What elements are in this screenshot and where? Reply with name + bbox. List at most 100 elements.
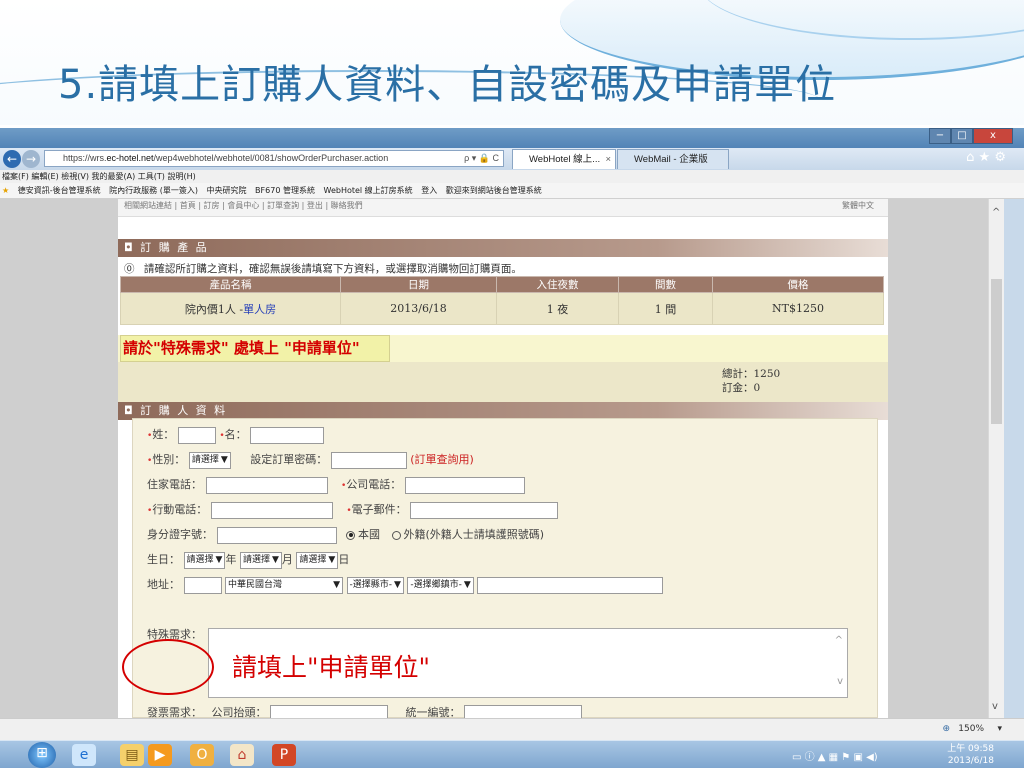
- tab-webhotel[interactable]: WebHotel 線上... ×: [512, 149, 616, 169]
- internet-explorer-icon[interactable]: e: [72, 744, 96, 766]
- address-label: 地址：: [147, 578, 180, 591]
- invoice-title-label: 公司抬頭：: [211, 706, 267, 718]
- deposit-amount: 訂金：0: [722, 382, 761, 394]
- powerpoint-icon[interactable]: P: [272, 744, 296, 766]
- town-select[interactable]: -選擇鄉鎮市- ▼: [407, 576, 474, 594]
- chevron-down-icon: ▼: [394, 579, 401, 590]
- county-select[interactable]: -選擇縣市- ▼: [346, 576, 404, 594]
- menu-edit[interactable]: 編輯(E): [31, 172, 58, 181]
- start-button-icon[interactable]: ⊞: [28, 742, 56, 768]
- favorite-link[interactable]: WebHotel 線上訂房系統: [324, 186, 413, 195]
- url-path: /wep4webhotel/webhotel/0081/showOrderPur…: [153, 153, 389, 163]
- maximize-button[interactable]: □: [951, 128, 973, 144]
- favorite-link[interactable]: BF670 管理系統: [255, 186, 315, 195]
- id-input[interactable]: [216, 526, 337, 544]
- notice-row: ⓪ 請確認所訂購之資料，確認無誤後請填寫下方資料，或選擇取消購物回訂購頁面。: [118, 261, 888, 277]
- table-row: 院內價1人 -單人房 2013/6/18 1 夜 1 間 NT$1250: [120, 292, 884, 325]
- page-scrollbar[interactable]: ^ v: [988, 199, 1004, 718]
- day-label: 日: [338, 553, 350, 566]
- favorite-link[interactable]: 中央研究院: [207, 186, 247, 195]
- address-bar-controls[interactable]: ρ ▾ 🔒 C: [464, 151, 499, 166]
- menu-favorites[interactable]: 我的最愛(A): [92, 172, 136, 181]
- zip-input[interactable]: [183, 576, 222, 594]
- site-nav-links[interactable]: 相關網站連結 | 首頁 | 訂房 | 會員中心 | 訂單查詢 | 登出 | 聯絡…: [124, 201, 363, 210]
- invoice-label: 發票需求：: [147, 706, 202, 718]
- invoice-number-input[interactable]: [464, 704, 582, 718]
- page-viewport: 相關網站連結 | 首頁 | 訂房 | 會員中心 | 訂單查詢 | 登出 | 聯絡…: [0, 199, 988, 718]
- office-phone-label: 公司電話：: [346, 478, 402, 491]
- tab-close-icon[interactable]: ×: [605, 150, 611, 169]
- language-link[interactable]: 繁體中文: [842, 199, 874, 213]
- birth-month-select[interactable]: 請選擇 ▼: [239, 551, 282, 569]
- home-icon[interactable]: ⌂: [230, 744, 254, 766]
- last-name-input[interactable]: [177, 426, 216, 444]
- favorite-link[interactable]: 登入: [421, 186, 437, 195]
- textarea-scroll-up-icon[interactable]: ^: [835, 635, 843, 646]
- tab-webmail[interactable]: WebMail - 企業版: [617, 149, 729, 169]
- cell-price: NT$1250: [712, 292, 884, 325]
- citizen-foreign-radio[interactable]: [391, 530, 401, 540]
- notice-text: 請確認所訂購之資料，確認無誤後請填寫下方資料，或選擇取消購物回訂購頁面。: [143, 263, 522, 275]
- toolbar-icons[interactable]: ⌂ ★ ⚙: [966, 150, 1006, 165]
- col-nights: 入住夜數: [496, 276, 619, 293]
- favorites-star-icon[interactable]: ★: [2, 186, 9, 195]
- scroll-up-icon[interactable]: ^: [992, 207, 1000, 218]
- address-row: 地址： 中華民國台灣 ▼ -選擇縣市- ▼ -選擇鄉鎮市- ▼: [147, 575, 664, 595]
- favorite-link[interactable]: 德安資訊-後台管理系統: [18, 186, 101, 195]
- zoom-icon[interactable]: ⊕: [942, 724, 950, 734]
- birth-day-value: 請選擇: [299, 554, 327, 565]
- birth-year-select[interactable]: 請選擇 ▼: [183, 551, 226, 569]
- outlook-icon[interactable]: O: [190, 744, 214, 766]
- invoice-title-input[interactable]: [270, 704, 388, 718]
- menu-tools[interactable]: 工具(T): [138, 172, 165, 181]
- scrollbar-thumb[interactable]: [991, 279, 1002, 424]
- mobile-row: •行動電話： •電子郵件：: [147, 500, 559, 520]
- system-tray-icons[interactable]: ▭ ⓘ ▲ ▦ ⚑ ▣ ◀): [792, 748, 878, 763]
- media-player-icon[interactable]: ▶: [148, 744, 172, 766]
- textarea-scroll-down-icon[interactable]: v: [837, 676, 843, 687]
- special-request-callout: 請於"特殊需求" 處填上 "申請單位": [120, 335, 390, 362]
- email-input[interactable]: [410, 501, 559, 519]
- office-phone-input[interactable]: [404, 476, 525, 494]
- forward-icon[interactable]: →: [22, 150, 40, 168]
- slide-header: 5.請填上訂購人資料、自設密碼及申請單位: [0, 0, 1024, 125]
- country-value: 中華民國台灣: [228, 579, 283, 590]
- birth-day-select[interactable]: 請選擇 ▼: [296, 551, 339, 569]
- menu-help[interactable]: 說明(H): [167, 172, 195, 181]
- birthday-row: 生日： 請選擇 ▼ 年 請選擇 ▼ 月 請選擇 ▼ 日: [147, 550, 349, 570]
- room-link[interactable]: 單人房: [243, 303, 276, 316]
- chevron-down-icon: ▼: [463, 579, 471, 590]
- file-explorer-icon[interactable]: ▤: [120, 744, 144, 766]
- month-label: 月: [281, 553, 293, 566]
- first-name-label: 名：: [224, 428, 247, 441]
- address-bar[interactable]: https://wrs.ec-hotel.net/wep4webhotel/we…: [44, 150, 504, 167]
- special-request-highlight: [122, 639, 214, 695]
- chevron-down-icon: ▼: [215, 554, 223, 565]
- favorite-link[interactable]: 院內行政服務 (單一簽入): [109, 186, 198, 195]
- gender-select[interactable]: 請選擇 ▼: [188, 451, 231, 469]
- close-button[interactable]: x: [973, 128, 1013, 144]
- street-input[interactable]: [477, 576, 664, 594]
- favorite-link[interactable]: 歡迎來到網站後台管理系統: [446, 186, 542, 195]
- back-icon[interactable]: ←: [3, 150, 21, 168]
- cell-product: 院內價1人 -單人房: [120, 292, 341, 325]
- first-name-input[interactable]: [250, 426, 325, 444]
- email-label: 電子郵件：: [351, 503, 407, 516]
- mobile-input[interactable]: [210, 501, 333, 519]
- browser-titlebar: − □ x: [0, 128, 1024, 150]
- password-input[interactable]: [330, 451, 407, 469]
- id-row: 身分證字號： 本國 外籍(外籍人士請填護照號碼): [147, 525, 544, 545]
- zoom-dropdown-icon[interactable]: ▾: [997, 724, 1002, 734]
- citizen-local-radio[interactable]: [346, 530, 355, 540]
- menu-view[interactable]: 檢視(V): [61, 172, 89, 181]
- county-value: -選擇縣市-: [349, 579, 393, 590]
- menu-file[interactable]: 檔案(F): [2, 172, 29, 181]
- scroll-down-icon[interactable]: v: [992, 701, 998, 712]
- home-phone-input[interactable]: [205, 476, 328, 494]
- zoom-level[interactable]: 150%: [958, 724, 984, 734]
- taskbar-clock[interactable]: 上午 09:58 2013/6/18: [947, 743, 994, 767]
- address-row: ← → https://wrs.ec-hotel.net/wep4webhote…: [0, 148, 1024, 170]
- totals-panel: 總計：1250 訂金：0: [118, 362, 888, 402]
- minimize-button[interactable]: −: [929, 128, 951, 144]
- country-select[interactable]: 中華民國台灣 ▼: [225, 576, 343, 594]
